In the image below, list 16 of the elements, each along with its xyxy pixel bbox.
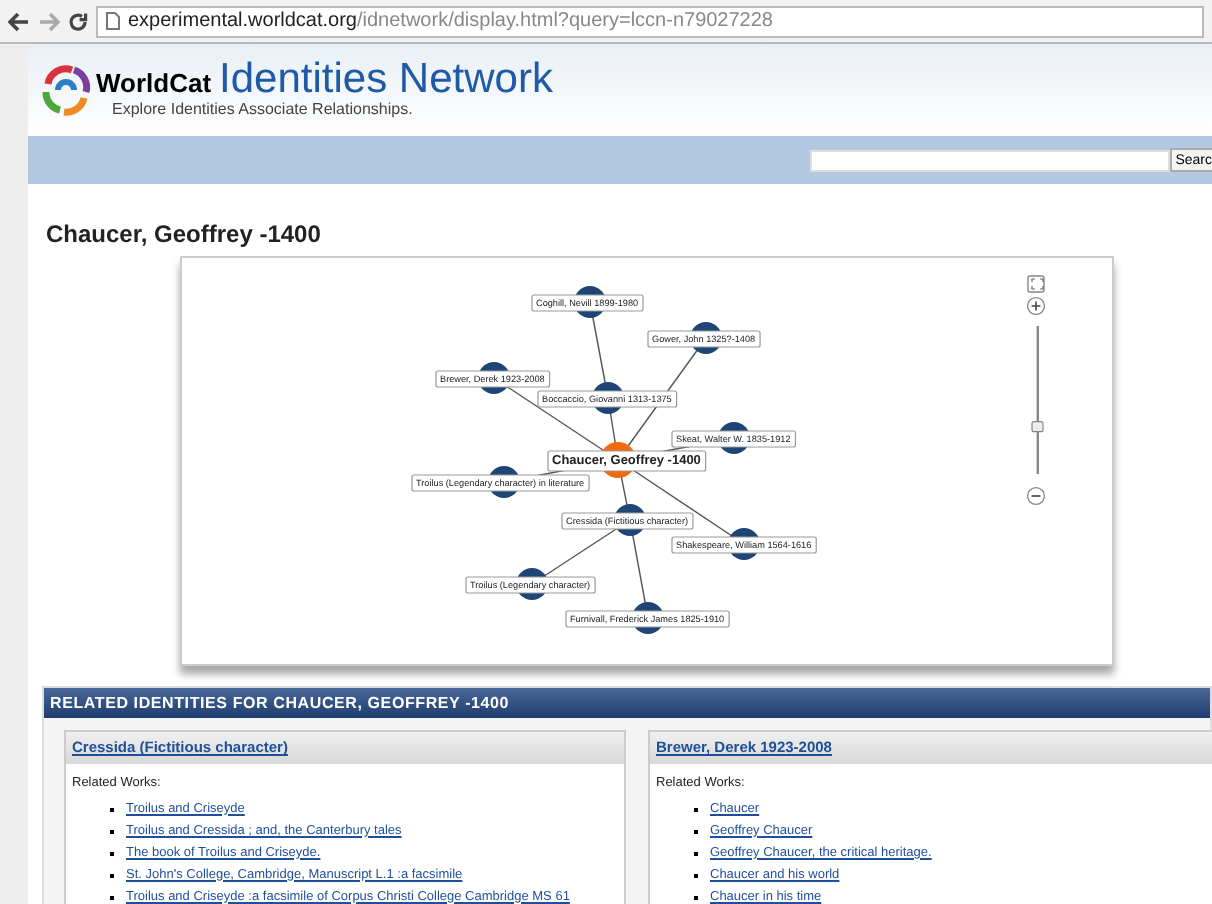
slider-thumb[interactable] <box>1031 421 1044 433</box>
brand-name: WorldCat <box>96 65 212 102</box>
reload-icon[interactable] <box>68 11 88 31</box>
logo-icon <box>40 64 92 116</box>
zoom-in-icon[interactable] <box>1026 296 1046 316</box>
fit-screen-icon[interactable] <box>1027 275 1045 293</box>
back-icon[interactable] <box>8 11 30 31</box>
section-header: RELATED IDENTITIES FOR CHAUCER, GEOFFREY -1400 <box>44 688 1210 718</box>
page-title: Chaucer, Geoffrey -1400 <box>44 218 323 252</box>
search-field[interactable] <box>809 149 1170 171</box>
page-icon <box>106 12 120 30</box>
forward-icon[interactable] <box>38 11 60 31</box>
address-bar[interactable]: experimental.worldcat.org/idnetwork/display.html?query=lccn-n79027228 <box>96 5 1204 37</box>
site-title: Identities Network <box>219 57 553 100</box>
tagline: Explore Identities Associate Relationships. <box>112 98 415 123</box>
zoom-out-icon[interactable] <box>1026 486 1046 506</box>
